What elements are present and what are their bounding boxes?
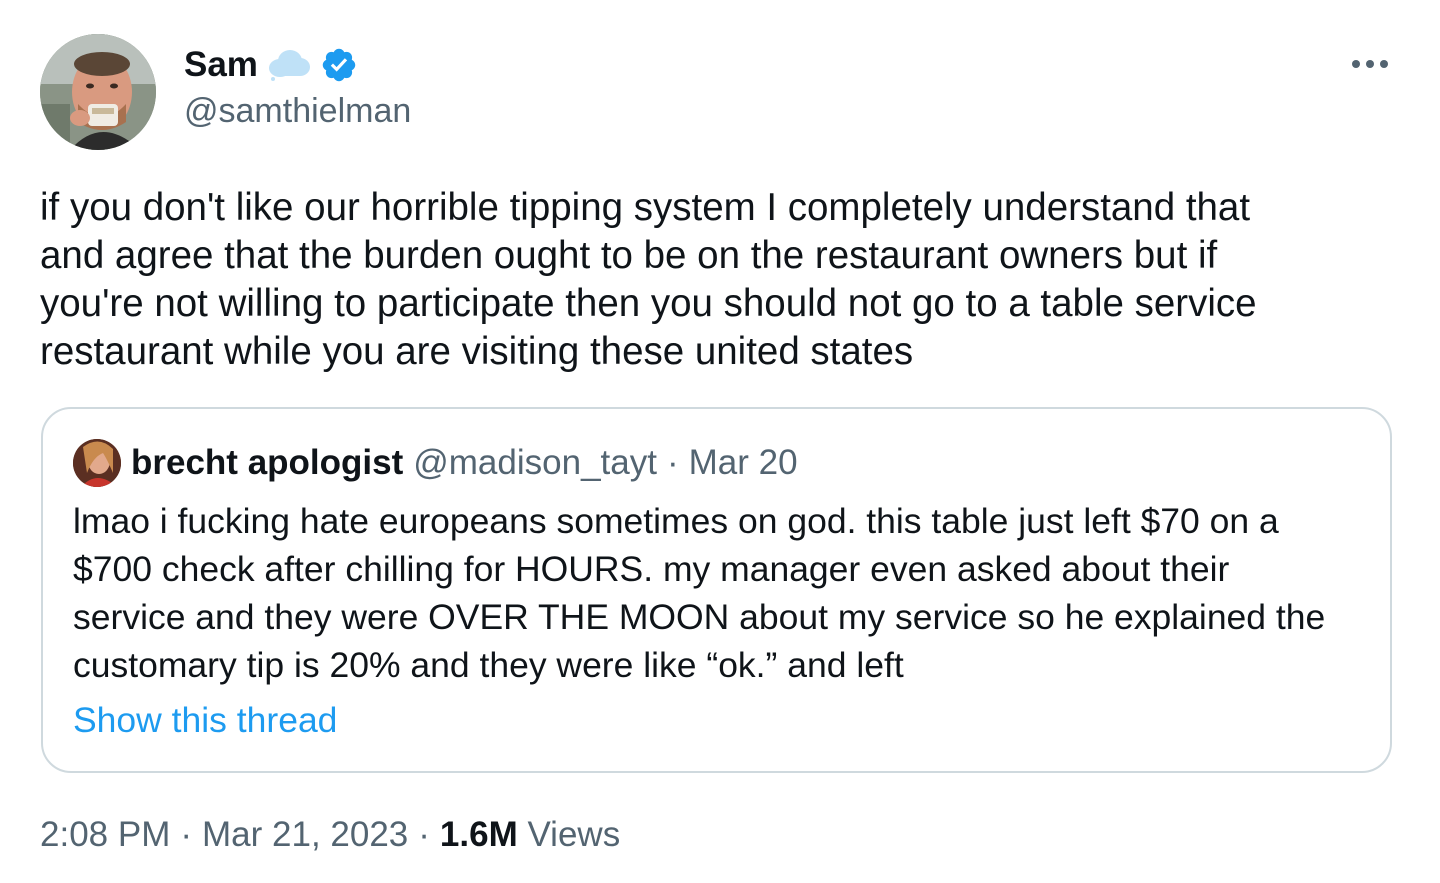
verified-badge-icon[interactable] <box>320 46 358 84</box>
quoted-author-avatar[interactable] <box>73 439 121 487</box>
tweet-meta: 2:08 PM · Mar 21, 2023 · 1.6M Views <box>40 815 620 855</box>
author-handle[interactable]: @samthielman <box>184 92 411 131</box>
tweet-date[interactable]: Mar 21, 2023 <box>202 815 408 855</box>
author-display-name[interactable]: Sam <box>184 45 258 85</box>
more-dots-icon <box>1352 60 1388 68</box>
views-label: Views <box>527 815 621 854</box>
author-avatar[interactable] <box>40 34 156 150</box>
quoted-separator: · <box>666 443 679 482</box>
cloud-emoji-icon <box>266 48 312 82</box>
tweet-text: if you don't like our horrible tipping s… <box>40 186 1257 373</box>
views-count: 1.6M <box>439 815 518 854</box>
meta-separator: · <box>180 815 193 854</box>
show-thread-link[interactable]: Show this thread <box>73 700 337 741</box>
quoted-author-name[interactable]: brecht apologist <box>131 443 403 483</box>
quoted-tweet[interactable]: brecht apologist @madison_tayt · Mar 20 … <box>41 407 1392 773</box>
tweet: Sam @samthielman if you don't like our h… <box>0 0 1440 883</box>
quoted-author-handle[interactable]: @madison_tayt <box>413 443 657 483</box>
quoted-date[interactable]: Mar 20 <box>689 443 798 483</box>
author-name-row: Sam <box>184 42 358 88</box>
profile-photo-avatar <box>40 34 156 150</box>
meta-separator: · <box>418 815 430 854</box>
tweet-time[interactable]: 2:08 PM <box>40 815 170 855</box>
more-options-button[interactable] <box>1340 44 1400 84</box>
quoted-tweet-header: brecht apologist @madison_tayt · Mar 20 <box>73 439 798 487</box>
quoted-tweet-text: lmao i fucking hate europeans sometimes … <box>73 501 1326 685</box>
